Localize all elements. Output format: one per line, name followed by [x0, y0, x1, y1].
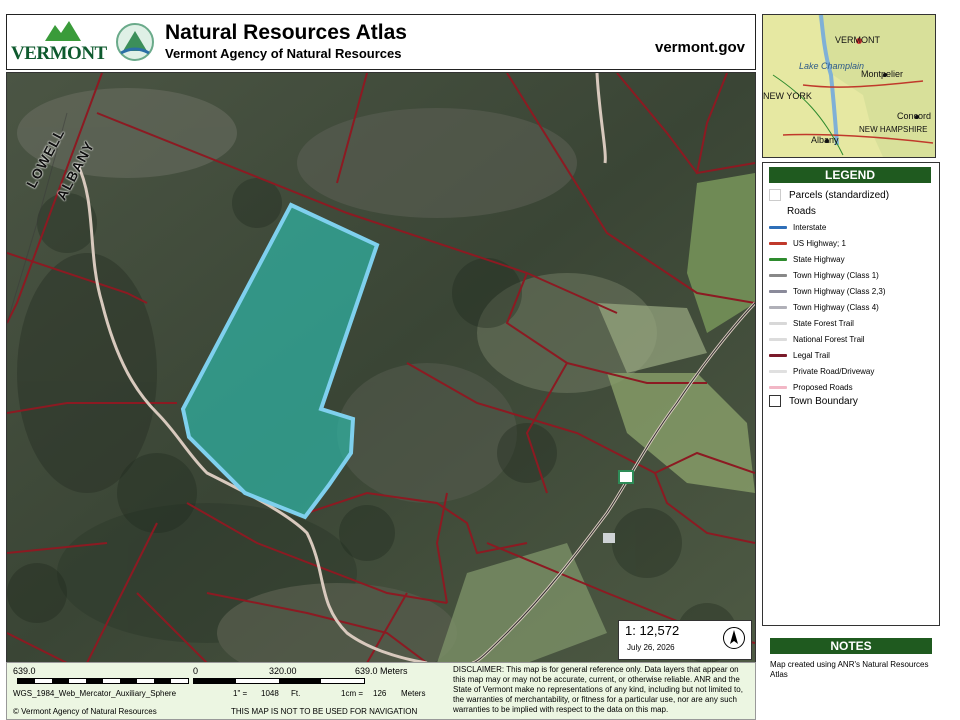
page-title: Natural Resources Atlas [165, 21, 407, 44]
legend-item: Legal Trail [769, 349, 830, 363]
inch-label: 1" = [233, 689, 248, 698]
legend-swatch [769, 290, 787, 294]
legend-item-label: State Highway [793, 255, 845, 264]
legend-item-label: US Highway; 1 [793, 239, 846, 248]
legend-item-label: State Forest Trail [793, 319, 854, 328]
site-link[interactable]: vermont.gov [655, 39, 745, 56]
aerial-imagery [7, 73, 755, 663]
notes-panel: NOTES Map created using ANR's Natural Re… [766, 632, 938, 718]
legend-item-label: Town Highway (Class 2,3) [793, 287, 886, 296]
overview-map[interactable]: VERMONT Lake Champlain Montpelier NEW YO… [762, 14, 936, 158]
legend-parcels: Parcels (standardized) [769, 189, 889, 203]
overview-label-concord: Concord [897, 111, 932, 121]
overview-label-montpelier: Montpelier [861, 69, 904, 79]
legend-swatch [769, 274, 787, 278]
legend-roads-heading: Roads [787, 206, 816, 217]
overview-label-vermont: VERMONT [835, 35, 880, 45]
scale-ratio: 1: 12,572 [625, 623, 680, 638]
overview-label-albany: Albany [811, 135, 839, 145]
cm-label: 1cm = [341, 689, 364, 698]
legend-item-label: Proposed Roads [793, 383, 853, 392]
building-marker [618, 470, 634, 484]
legend-title: LEGEND [769, 167, 931, 183]
legend-item-label: Private Road/Driveway [793, 367, 875, 376]
overview-label-new-york: NEW YORK [763, 91, 812, 101]
legend-item-label: Town Highway (Class 4) [793, 303, 879, 312]
vermont-logo: VERMONT [11, 19, 107, 65]
legend-item: State Highway [769, 253, 845, 267]
legend-swatch [769, 226, 787, 230]
scale-zero: 0 [193, 666, 199, 676]
legend-swatch [769, 338, 787, 342]
legend-panel: LEGEND Parcels (standardized) Roads Town… [762, 162, 940, 626]
legend-swatch [769, 306, 787, 310]
legend-swatch [769, 354, 787, 358]
legend-item-label: Town Highway (Class 1) [793, 271, 879, 280]
parcel-swatch [769, 189, 781, 202]
notes-title: NOTES [770, 638, 932, 654]
legend-item: Proposed Roads [769, 381, 853, 395]
map-footer: 639.0 0 320.00 639.0 Meters WGS_1984_Web… [6, 662, 756, 720]
scale-right: 639.0 Meters [355, 666, 408, 676]
legend-swatch [769, 258, 787, 262]
north-arrow-icon [723, 627, 745, 649]
legend-item-label: Legal Trail [793, 351, 830, 360]
page-subtitle: Vermont Agency of Natural Resources [165, 46, 402, 61]
legend-item: Interstate [769, 221, 826, 235]
legend-item: National Forest Trail [769, 333, 865, 347]
navigation-warning: THIS MAP IS NOT TO BE USED FOR NAVIGATIO… [231, 707, 418, 716]
legend-item: Town Highway (Class 2,3) [769, 285, 885, 299]
map-view[interactable]: LOWELL ALBANY [6, 72, 756, 664]
inch-unit: Ft. [291, 689, 301, 698]
legend-town-boundary-label: Town Boundary [789, 396, 858, 407]
scale-left: 639.0 [13, 666, 36, 676]
copyright: © Vermont Agency of Natural Resources [13, 707, 157, 716]
scale-mid: 320.00 [269, 666, 297, 676]
town-boundary-swatch [769, 395, 781, 408]
disclaimer: DISCLAIMER: This map is for general refe… [453, 665, 743, 714]
projection: WGS_1984_Web_Mercator_Auxiliary_Sphere [13, 689, 177, 698]
legend-swatch [769, 370, 787, 374]
overview-label-new-hampshire: NEW HAMPSHIRE [859, 125, 928, 134]
legend-item: Private Road/Driveway [769, 365, 874, 379]
legend-item: State Forest Trail [769, 317, 854, 331]
scale-ratio-box: 1: 12,572 July 26, 2026 [618, 620, 752, 660]
legend-swatch [769, 386, 787, 390]
legend-item: Town Highway (Class 1) [769, 269, 879, 283]
legend-town-boundary: Town Boundary [769, 395, 858, 409]
anr-logo [113, 21, 157, 63]
legend-item: US Highway; 1 [769, 237, 846, 251]
scale-bar [17, 678, 367, 684]
legend-parcels-label: Parcels (standardized) [789, 190, 890, 201]
inch-value: 1048 [261, 689, 279, 698]
legend-item-label: Interstate [793, 223, 827, 232]
map-date: July 26, 2026 [627, 643, 675, 652]
legend-item-label: National Forest Trail [793, 335, 865, 344]
legend-swatch [769, 242, 787, 246]
overview-label-lake: Lake Champlain [799, 61, 865, 71]
map-header: VERMONT Natural Resources Atlas Vermont … [6, 14, 756, 70]
cm-value: 126 [373, 689, 387, 698]
cm-unit: Meters [401, 689, 426, 698]
legend-item: Town Highway (Class 4) [769, 301, 879, 315]
building [603, 533, 615, 543]
legend-swatch [769, 322, 787, 326]
notes-text: Map created using ANR's Natural Resource… [770, 660, 929, 679]
